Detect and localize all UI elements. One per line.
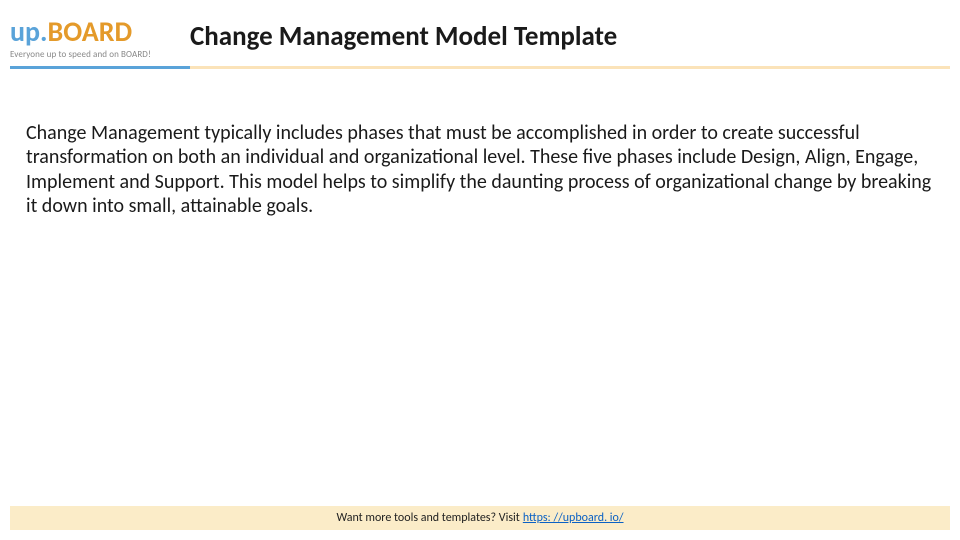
- logo-prefix: up.: [10, 14, 48, 49]
- header: up.BOARD Everyone up to speed and on BOA…: [0, 0, 960, 60]
- footer-prompt: Want more tools and templates? Visit: [336, 511, 519, 525]
- body-paragraph: Change Management typically includes pha…: [0, 69, 960, 219]
- page-title: Change Management Model Template: [190, 20, 617, 53]
- header-underline: [10, 66, 950, 69]
- logo-text: up.BOARD: [10, 18, 190, 46]
- underline-fill: [190, 66, 950, 69]
- logo-tagline: Everyone up to speed and on BOARD!: [10, 49, 190, 60]
- footer-link[interactable]: https: //upboard. io/: [523, 511, 624, 525]
- logo: up.BOARD Everyone up to speed and on BOA…: [10, 18, 190, 60]
- underline-accent: [10, 66, 190, 69]
- title-wrap: Change Management Model Template: [190, 18, 617, 53]
- footer-bar: Want more tools and templates? Visit htt…: [10, 506, 950, 530]
- logo-main: BOARD: [48, 14, 133, 49]
